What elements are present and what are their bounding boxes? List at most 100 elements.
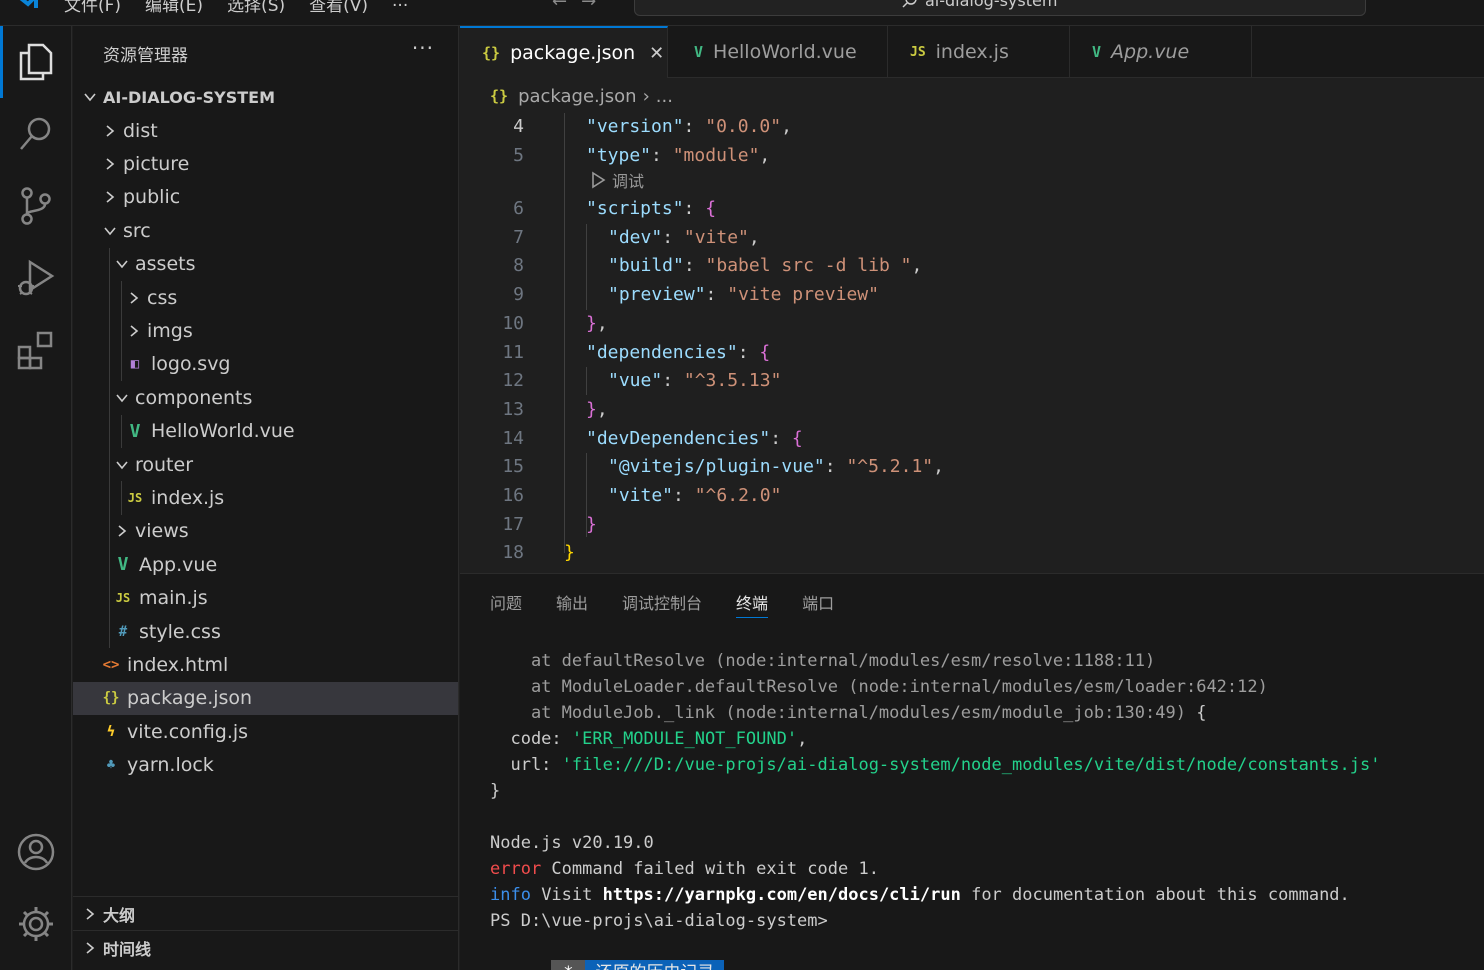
code-line: 11 "dependencies": { [460,339,1484,367]
extensions-activity[interactable] [0,314,72,386]
tab-label: package.json [510,42,636,64]
tree-item-label: App.vue [139,553,218,576]
terminal-line: url: 'file:///D:/vue-projs/ai-dialog-sys… [490,755,1381,775]
workspace-root[interactable]: AI-DIALOG-SYSTEM [73,80,458,114]
json-file-icon: {} [102,690,120,707]
indent-guide [109,381,110,415]
tree-item-label: main.js [139,587,208,610]
code-text: } [564,542,575,564]
source-control-activity[interactable] [0,170,72,242]
tab-ports[interactable]: 端口 [802,574,834,630]
tab-output[interactable]: 输出 [556,574,588,630]
folder-item[interactable]: dist [73,114,458,147]
tab-debug-console[interactable]: 调试控制台 [622,574,702,630]
folder-item[interactable]: views [73,514,458,549]
code-text: "@vitejs/plugin-vue": "^5.2.1", [608,456,944,478]
terminal-line: info Visit https://yarnpkg.com/en/docs/c… [490,885,1350,905]
title-bar: 文件(F) 编辑(E) 选择(S) 查看(V) ... ←→ ai-dialog… [0,0,1484,26]
codelens-label: 调试 [612,172,645,191]
code-line: 8 "build": "babel src -d lib ", [460,252,1484,280]
line-number: 12 [502,370,524,392]
codelens-debug[interactable]: 调试 [590,168,644,192]
tree-item-label: vite.config.js [127,720,249,743]
code-text: "preview": "vite preview" [608,284,879,306]
menu-view[interactable]: 查看(V) [309,0,368,16]
accounts-activity[interactable] [0,816,72,888]
command-center[interactable]: ai-dialog-system [634,0,1366,16]
search-icon [20,117,51,150]
folder-item[interactable]: css [73,280,458,315]
code-line: 12 "vue": "^3.5.13" [460,367,1484,395]
tab-problems[interactable]: 问题 [490,574,522,630]
code-line: 4 "version": "0.0.0", [460,113,1484,141]
search-activity[interactable] [0,98,72,170]
tab-app-vue[interactable]: V App.vue [1070,26,1252,78]
file-item[interactable]: V App.vue [73,548,458,582]
line-number: 5 [513,144,524,166]
file-item[interactable]: ◧ logo.svg [73,347,458,382]
tab-terminal[interactable]: 终端 [736,574,769,630]
css-file-icon: # [118,623,128,640]
chevron-down-icon [113,456,131,474]
code-text: "version": "0.0.0", [586,116,792,137]
folder-item[interactable]: imgs [73,314,458,348]
folder-item[interactable]: assets [73,247,458,281]
terminal-line: *还原的历史记录 [490,934,1380,970]
tree-item-label: package.json [127,687,253,710]
line-number: 4 [513,116,524,137]
back-arrow-icon[interactable]: ← [552,0,581,12]
menu-file[interactable]: 文件(F) [64,0,121,16]
command-center-text: ai-dialog-system [925,0,1058,10]
more-actions-icon[interactable]: ··· [412,36,434,60]
explorer-title: 资源管理器 [103,45,188,66]
code-line: 15 "@vitejs/plugin-vue": "^5.2.1", [460,453,1484,481]
explorer-activity[interactable] [0,26,72,98]
menu-selection[interactable]: 选择(S) [227,0,285,16]
tree-item-label: picture [123,153,190,176]
line-number: 18 [502,542,524,564]
file-item[interactable]: V HelloWorld.vue [73,414,458,448]
folder-item[interactable]: components [73,381,458,415]
forward-arrow-icon[interactable]: → [581,0,610,12]
tree-item-label: index.js [151,486,225,509]
tab-package-json[interactable]: {} package.json ✕ [460,26,668,78]
indent-guide [109,414,110,448]
close-icon[interactable]: ✕ [649,43,664,64]
file-item[interactable]: <> index.html [73,648,458,681]
timeline-section[interactable]: 时间线 [73,930,458,964]
breadcrumb-rest[interactable]: ... [656,86,673,107]
outline-section[interactable]: 大纲 [73,896,458,930]
folder-item[interactable]: picture [73,147,458,180]
run-debug-activity[interactable] [0,242,72,314]
breadcrumb-file[interactable]: package.json [518,86,637,107]
terminal-line: at defaultResolve (node:internal/modules… [490,651,1156,671]
folder-item[interactable]: src [73,214,458,247]
file-item[interactable]: ϟ vite.config.js [73,715,458,748]
terminal-line: code: 'ERR_MODULE_NOT_FOUND', [490,729,808,749]
line-number: 8 [513,255,524,277]
panel-tabs: 问题 输出 调试控制台 终端 端口 [460,574,1484,630]
menu-edit[interactable]: 编辑(E) [145,0,203,16]
manage-activity[interactable] [0,888,72,960]
tree-item-label: dist [123,119,158,142]
terminal-output[interactable]: at defaultResolve (node:internal/modules… [490,648,1381,970]
file-item[interactable]: JS main.js [73,581,458,615]
folder-item[interactable]: public [73,181,458,214]
code-line: 6 "scripts": { [460,195,1484,223]
chevron-down-icon [101,222,119,240]
file-item[interactable]: # style.css [73,614,458,649]
folder-item[interactable]: router [73,447,458,482]
code-text: "build": "babel src -d lib ", [608,255,923,277]
file-tree: dist picture public src assets css imgs ◧ logo.s… [73,114,458,782]
file-item[interactable]: ♣ yarn.lock [73,748,458,781]
chevron-right-icon [113,522,131,540]
code-line: 17} [460,511,1484,539]
menu-more[interactable]: ... [392,0,408,16]
file-item[interactable]: JS index.js [73,481,458,515]
vue-file-icon: V [694,43,704,61]
file-item[interactable]: {} package.json [73,681,458,716]
indent-guide [121,347,122,382]
code-editor[interactable]: 调试 4 "version": "0.0.0", 5 "type": "module"… [460,113,1484,573]
tab-helloworld-vue[interactable]: V HelloWorld.vue [668,26,888,78]
tab-index-js[interactable]: JS index.js [888,26,1070,78]
